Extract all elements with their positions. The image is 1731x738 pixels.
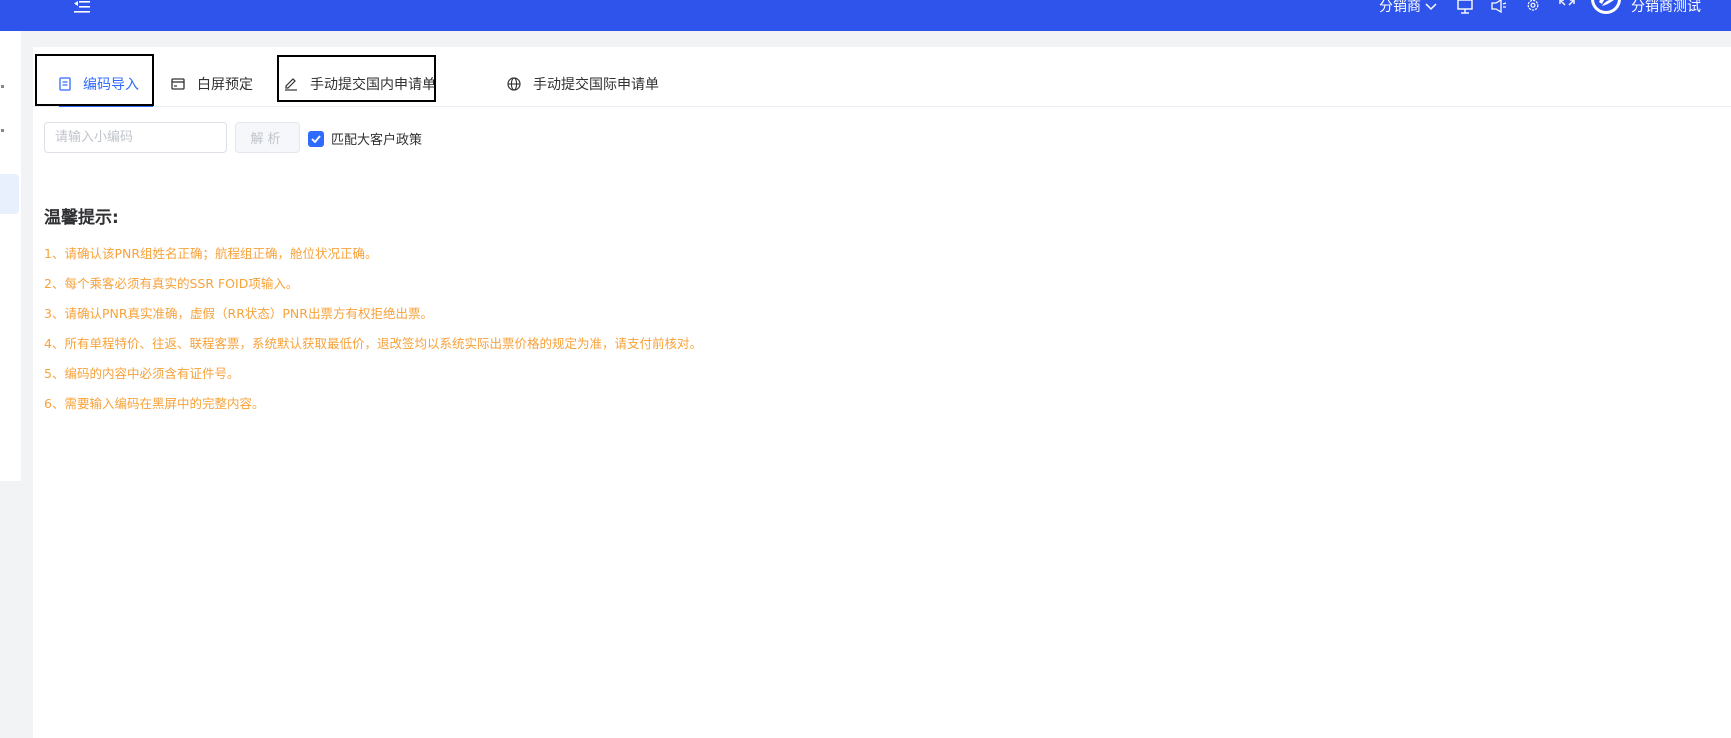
tab-white-screen-booking[interactable]: 白屏预定: [171, 73, 253, 95]
tip-item: 5、编码的内容中必须含有证件号。: [44, 366, 240, 381]
highlight-frame: [35, 54, 154, 106]
highlight-frame: [277, 55, 436, 102]
header-actions: 分销商 分销商测试: [1379, 0, 1701, 14]
tip-item: 1、请确认该PNR组姓名正确；航程组正确，舱位状况正确。: [44, 246, 378, 261]
sidebar: [0, 31, 21, 481]
top-header: 分销商 分销商测试: [0, 0, 1731, 31]
monitor-icon[interactable]: [1455, 0, 1475, 14]
menu-fold-icon[interactable]: [73, 0, 95, 16]
tip-item: 3、请确认PNR真实准确，虚假（RR状态）PNR出票方有权拒绝出票。: [44, 306, 433, 321]
tab-manual-international[interactable]: 手动提交国际申请单: [507, 73, 659, 95]
role-switch-dropdown[interactable]: 分销商: [1379, 0, 1437, 14]
match-policy-checkbox[interactable]: 匹配大客户政策: [308, 129, 422, 148]
tips-list: 1、请确认该PNR组姓名正确；航程组正确，舱位状况正确。 2、每个乘客必须有真实…: [44, 245, 702, 425]
tip-item: 2、每个乘客必须有真实的SSR FOID项输入。: [44, 276, 299, 291]
fullscreen-icon[interactable]: [1557, 0, 1577, 14]
sidebar-item-active[interactable]: [0, 174, 19, 214]
card-icon: [171, 78, 185, 90]
tips-title: 温馨提示:: [44, 208, 119, 228]
main-panel: 编码导入 白屏预定 手动提交国内申请单 手动提交国际申请单 请输入小编码 解析 …: [33, 47, 1731, 738]
tip-item: 4、所有单程特价、往返、联程客票，系统默认获取最低价，退改签均以系统实际出票价格…: [44, 336, 702, 351]
sidebar-item-marker[interactable]: [1, 129, 4, 132]
code-input[interactable]: [44, 122, 227, 153]
sidebar-item-marker[interactable]: [1, 85, 4, 88]
globe-icon: [507, 77, 521, 91]
avatar[interactable]: [1591, 0, 1621, 14]
username[interactable]: 分销商测试: [1631, 0, 1701, 14]
speaker-icon[interactable]: [1489, 0, 1509, 14]
chevron-down-icon: [1425, 0, 1437, 14]
tab-label: 白屏预定: [197, 77, 253, 93]
tip-item: 6、需要输入编码在黑屏中的完整内容。: [44, 396, 265, 411]
match-policy-label: 匹配大客户政策: [331, 133, 423, 148]
parse-button[interactable]: 解析: [235, 122, 300, 153]
tab-label: 手动提交国际申请单: [533, 77, 659, 93]
settings-icon[interactable]: [1523, 0, 1543, 14]
checkbox-checked-icon[interactable]: [308, 130, 324, 147]
role-label: 分销商: [1379, 0, 1421, 15]
